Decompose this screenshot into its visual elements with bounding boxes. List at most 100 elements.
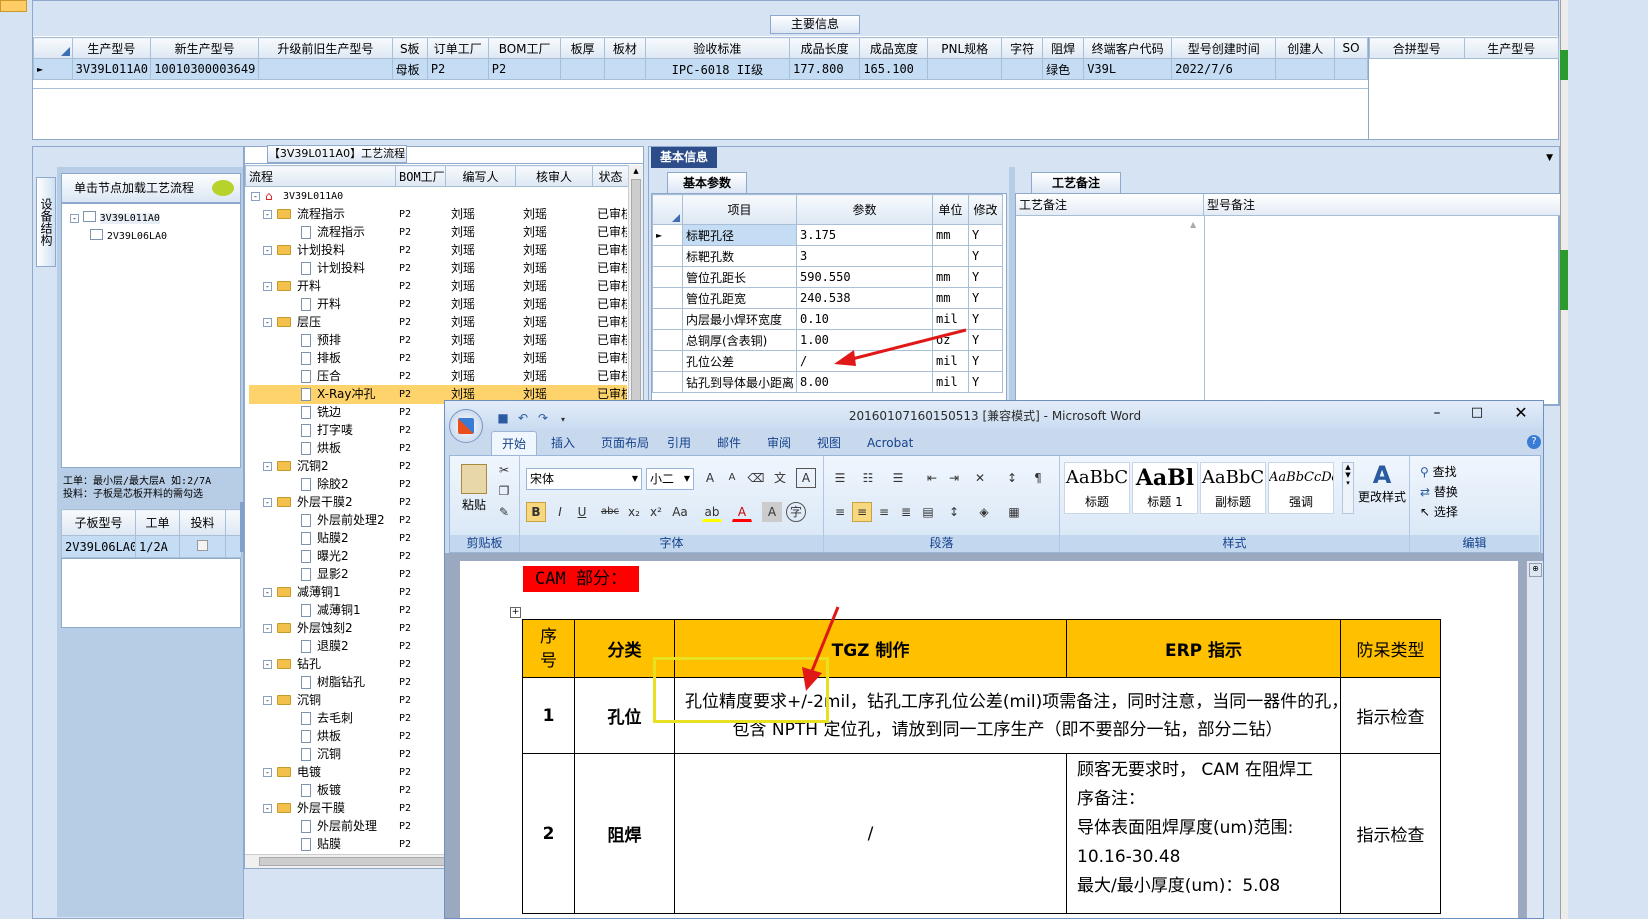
underline-icon[interactable]: U [572, 502, 592, 522]
tree-node-root[interactable]: - 3V39L011A0 [70, 208, 160, 226]
table-move-handle[interactable]: + [510, 607, 521, 618]
column-header[interactable]: 验收标准 [644, 37, 791, 59]
phonetic-icon[interactable]: 文 [770, 468, 790, 488]
change-styles-button[interactable]: A 更改样式 [1358, 462, 1406, 518]
collapse-icon[interactable]: - [263, 804, 272, 813]
row-indicator[interactable]: ► [33, 58, 73, 80]
tab-basic-params[interactable]: 基本参数 [667, 172, 747, 193]
flow-node[interactable]: -开料P2刘瑶刘瑶已审核 [249, 277, 627, 296]
collapse-icon[interactable]: - [263, 660, 272, 669]
bullets-icon[interactable]: ☰ [830, 468, 850, 488]
column-header[interactable]: 创建人 [1275, 37, 1336, 59]
find-button[interactable]: ⚲ 查找 [1420, 462, 1457, 482]
flow-node[interactable]: -层压P2刘瑶刘瑶已审核 [249, 313, 627, 332]
superscript-icon[interactable]: x² [646, 502, 666, 522]
styles-scroll[interactable]: ▲ ▼ ▾ [1342, 462, 1354, 514]
cell[interactable] [927, 58, 1003, 80]
cut-icon[interactable]: ✂ [494, 460, 514, 480]
ribbon-tab[interactable]: 引用 [657, 431, 701, 455]
flow-node[interactable]: 开料P2刘瑶刘瑶已审核 [249, 295, 627, 314]
column-header[interactable]: 字符 [1001, 37, 1044, 59]
column-header[interactable]: 新生产型号 [150, 37, 260, 59]
column-header[interactable]: 成品长度 [788, 37, 861, 59]
cell[interactable]: P2 [426, 58, 489, 80]
cell[interactable]: V39L [1083, 58, 1173, 80]
numbering-icon[interactable]: ☷ [858, 468, 878, 488]
cell[interactable]: 2022/7/6 [1171, 58, 1277, 80]
chinese-layout-icon[interactable]: ✕ [970, 468, 990, 488]
ribbon-tab[interactable]: 视图 [807, 431, 851, 455]
cell[interactable] [1001, 58, 1044, 80]
office-button[interactable] [449, 409, 483, 443]
equipment-vtab[interactable]: 设备结构 [36, 177, 56, 267]
collapse-icon[interactable]: - [263, 588, 272, 597]
param-row[interactable]: 标靶孔数 3 Y [652, 245, 1003, 267]
column-header[interactable]: 成品宽度 [859, 37, 929, 59]
justify-icon[interactable]: ≣ [896, 502, 916, 522]
enclose-char-icon[interactable]: 字 [786, 502, 806, 522]
cell[interactable]: 177.800 [788, 58, 861, 80]
collapse-icon[interactable]: - [263, 282, 272, 291]
load-flow-header[interactable]: 单击节点加载工艺流程 [61, 173, 241, 203]
grow-font-icon[interactable]: A [700, 468, 720, 488]
distribute-icon[interactable]: ▤ [918, 502, 938, 522]
align-left-icon[interactable]: ≡ [830, 502, 850, 522]
minimize-button[interactable]: – [1425, 405, 1449, 421]
remark-scroll-icon[interactable]: ▲ [1190, 220, 1196, 229]
collapse-icon[interactable]: - [263, 246, 272, 255]
font-color-icon[interactable]: A [732, 502, 752, 522]
cell[interactable]: IPC-6018 II级 [644, 58, 791, 80]
collapse-icon[interactable]: - [263, 498, 272, 507]
flow-node[interactable]: 流程指示P2刘瑶刘瑶已审核 [249, 223, 627, 242]
tab-process-remarks[interactable]: 工艺备注 [1031, 172, 1121, 193]
format-painter-icon[interactable]: ✎ [494, 502, 514, 522]
column-header[interactable]: S板 [391, 37, 428, 59]
cell[interactable]: P2 [487, 58, 562, 80]
flow-node[interactable]: 预排P2刘瑶刘瑶已审核 [249, 331, 627, 350]
feed-checkbox[interactable] [179, 535, 226, 558]
maximize-button[interactable]: □ [1465, 405, 1489, 420]
save-icon[interactable]: ■ [493, 408, 513, 428]
flow-node[interactable]: 压合P2刘瑶刘瑶已审核 [249, 367, 627, 386]
column-header[interactable]: 板材 [603, 37, 646, 59]
ribbon-tab[interactable]: 插入 [541, 431, 585, 455]
collapse-icon[interactable]: - [251, 192, 260, 201]
tab-basic-info[interactable]: 基本信息 [651, 147, 717, 168]
column-header[interactable]: SO [1334, 37, 1368, 59]
column-header[interactable]: 终端客户代码 [1083, 37, 1173, 59]
param-row[interactable]: ► 标靶孔径 3.175 mm Y [652, 224, 1003, 246]
decrease-indent-icon[interactable]: ⇤ [922, 468, 942, 488]
cell[interactable]: 165.100 [859, 58, 929, 80]
show-marks-icon[interactable]: ¶ [1028, 468, 1048, 488]
cell[interactable]: 母板 [391, 58, 428, 80]
collapse-icon[interactable]: - [263, 696, 272, 705]
column-header[interactable]: 订单工厂 [426, 37, 489, 59]
subscript-icon[interactable]: x₂ [624, 502, 644, 522]
borders-icon[interactable]: ▦ [1004, 502, 1024, 522]
cell[interactable] [1334, 58, 1368, 80]
replace-button[interactable]: ⇄ 替换 [1420, 482, 1458, 502]
sort-icon[interactable]: ↕ [1002, 468, 1022, 488]
shrink-font-icon[interactable]: A [722, 468, 742, 488]
cell[interactable] [1275, 58, 1336, 80]
strikethrough-icon[interactable]: abc [600, 502, 620, 522]
char-shading-icon[interactable]: A [762, 502, 782, 522]
flow-node[interactable]: -流程指示P2刘瑶刘瑶已审核 [249, 205, 627, 224]
collapse-icon[interactable]: - [263, 768, 272, 777]
increase-indent-icon[interactable]: ⇥ [944, 468, 964, 488]
column-header[interactable]: 阻焊 [1042, 37, 1085, 59]
style-gallery-item[interactable]: AaBl 标题 1 [1132, 462, 1198, 514]
column-header[interactable]: PNL规格 [927, 37, 1003, 59]
column-header[interactable]: 生产型号 [71, 37, 152, 59]
customize-icon[interactable]: ▾ [553, 410, 573, 430]
collapse-icon[interactable]: - [263, 624, 272, 633]
shading-icon[interactable]: ◈ [974, 502, 994, 522]
collapse-icon[interactable]: - [263, 462, 272, 471]
flow-node[interactable]: 计划投料P2刘瑶刘瑶已审核 [249, 259, 627, 278]
help-icon[interactable]: ? [1527, 435, 1541, 449]
align-center-icon[interactable]: ≡ [852, 502, 872, 522]
style-gallery-item[interactable]: AaBbC 标题 [1064, 462, 1130, 514]
copy-icon[interactable]: ❐ [494, 481, 514, 501]
ribbon-tab[interactable]: 邮件 [707, 431, 751, 455]
column-header[interactable]: BOM工厂 [487, 37, 562, 59]
